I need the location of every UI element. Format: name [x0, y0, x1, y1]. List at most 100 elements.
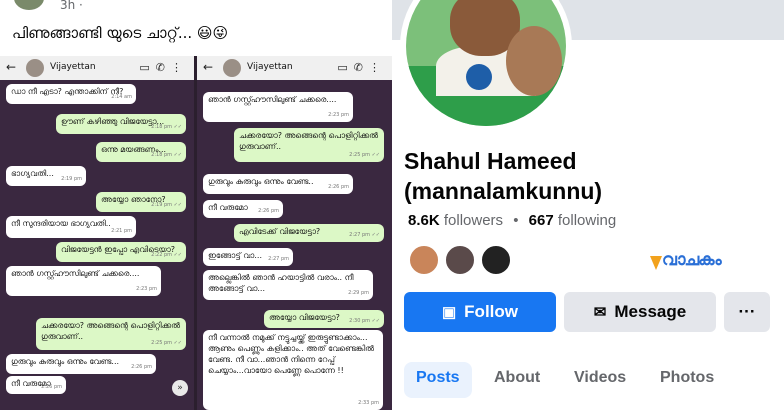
- outgoing-message: ചക്കരയോ? അങ്ങെന്റെ പൊളിറ്റിക്കൽ ഗുരുവാണ്…: [234, 128, 384, 162]
- message-time: 2:23 pm: [136, 286, 157, 292]
- follow-label: Follow: [464, 302, 518, 321]
- message-time: 2:29 pm: [348, 290, 369, 296]
- message-time: 2:27 pm: [268, 256, 289, 262]
- follow-stats: 8.6K followers • 667 following: [408, 212, 616, 229]
- chat-screenshot-left: ← Vijayettan ▭✆⋮ ഡാ നീ എടാ? എന്താക്കിന് …: [0, 56, 194, 410]
- stats-separator: •: [513, 212, 519, 229]
- message-text: നീ വന്നാൽ നമുക്ക് നട്ടുച്ചയ്ക്ക് ഇരുട്ടു…: [208, 333, 375, 375]
- incoming-message: ഗുരുവും കുരുവും ഒന്നും വേണ്ട... 2:26 pm: [6, 354, 156, 374]
- incoming-message: നീ വരുമോ 2:26 pm: [203, 200, 283, 218]
- incoming-message: നീ വന്നാൽ നമുക്ക് നട്ടുച്ചയ്ക്ക് ഇരുട്ടു…: [203, 330, 383, 410]
- message-text: ഞാൻ ഗസ്റ്റ്ഹൗസിലുണ്ട് ചക്കരെ....: [11, 269, 140, 278]
- message-text: ഞാൻ ഗസ്റ്റ്ഹൗസിലുണ്ട് ചക്കരെ....: [208, 95, 337, 104]
- watermark-logo: വാചകം: [650, 250, 754, 276]
- contact-avatar: [26, 59, 44, 77]
- message-time: 2:25 pm ✓✓: [349, 152, 380, 158]
- message-text: ചക്കരയോ? അങ്ങെന്റെ പൊളിറ്റിക്കൽ ഗുരുവാണ്…: [239, 131, 379, 151]
- incoming-message: ഞാൻ ഗസ്റ്റ്ഹൗസിലുണ്ട് ചക്കരെ.... 2:23 pm: [6, 266, 161, 296]
- incoming-message: ഡാ നീ എടാ? എന്താക്കിന് നീ? 2:14 am: [6, 84, 136, 104]
- message-time: 2:26 pm: [131, 364, 152, 370]
- message-text: ഭാഗ്യവതി...: [11, 169, 54, 178]
- message-time: 2:19 pm ✓✓: [151, 202, 182, 208]
- outgoing-message: വിജയേട്ടൻ ഇപ്പോ എവിടെയാ? 2:22 pm ✓✓: [56, 242, 186, 262]
- message-text: അയ്യോ വിജയേട്ടാ?: [269, 313, 340, 322]
- post-caption: പിണുങ്ങാണ്ടി യുടെ ചാറ്റ്... 😃😜: [12, 24, 229, 42]
- contact-name: Vijayettan: [247, 62, 293, 72]
- message-label: Message: [614, 302, 687, 321]
- profile-panel: Shahul Hameed (mannalamkunnu) 8.6K follo…: [392, 0, 784, 410]
- message-time: 2:27 pm ✓✓: [349, 232, 380, 238]
- incoming-message: ഭാഗ്യവതി... 2:19 pm: [6, 166, 86, 186]
- message-time: 2:26 pm: [328, 184, 349, 190]
- message-text: ഊണ് കഴിഞ്ഞു വിജയേട്ടാ...: [61, 117, 165, 126]
- outgoing-message: ഒന്നു മയങ്ങണം... 2:18 pm ✓✓: [96, 142, 186, 162]
- followers-label[interactable]: followers: [444, 212, 503, 229]
- call-icons: ▭✆⋮: [337, 61, 386, 74]
- tab-posts[interactable]: Posts: [404, 362, 472, 398]
- message-time: 2:18 pm ✓✓: [151, 152, 182, 158]
- message-text: ഗുരുവും കുരുവും ഒന്നും വേണ്ട..: [208, 177, 314, 186]
- messenger-icon: ✉: [593, 304, 607, 321]
- outgoing-message: ചക്കരയോ? അങ്ങെന്റെ പൊളിറ്റിക്കൽ ഗുരുവാണ്…: [36, 318, 186, 350]
- outgoing-message: എവിടേക്ക് വിജയേട്ടാ? 2:27 pm ✓✓: [234, 224, 384, 242]
- post-timestamp[interactable]: 3h ·: [60, 0, 83, 12]
- incoming-message: ഗുരുവും കുരുവും ഒന്നും വേണ്ട.. 2:26 pm: [203, 174, 353, 194]
- friend-avatar[interactable]: [408, 244, 440, 276]
- message-text: അല്ലെങ്കിൽ ഞാൻ ഹയാട്ടിൽ വരാം.. നീ അങ്ങോട…: [208, 273, 354, 293]
- scroll-down-icon: »: [172, 380, 188, 396]
- post-header: 3h ·: [0, 0, 392, 14]
- profile-picture-inset: [506, 26, 562, 96]
- follow-button[interactable]: ▣ Follow: [404, 292, 556, 332]
- tab-about[interactable]: About: [482, 362, 552, 398]
- post-author-avatar[interactable]: [14, 0, 44, 10]
- outgoing-message: ഊണ് കഴിഞ്ഞു വിജയേട്ടാ... 2:18 pm ✓✓: [56, 114, 186, 134]
- tab-videos[interactable]: Videos: [562, 362, 638, 398]
- facebook-post: 3h · പിണുങ്ങാണ്ടി യുടെ ചാറ്റ്... 😃😜 ← Vi…: [0, 0, 392, 410]
- message-time: 2:30 pm ✓✓: [349, 318, 380, 324]
- friend-avatar[interactable]: [480, 244, 512, 276]
- friend-avatar[interactable]: [444, 244, 476, 276]
- message-time: 2:26 pm: [41, 384, 62, 390]
- back-arrow-icon: ←: [203, 60, 214, 74]
- tab-photos[interactable]: Photos: [648, 362, 726, 398]
- following-count[interactable]: 667: [529, 212, 554, 229]
- contact-name: Vijayettan: [50, 62, 96, 72]
- more-icon: ···: [738, 302, 756, 321]
- message-text: എവിടേക്ക് വിജയേട്ടാ?: [239, 227, 321, 236]
- profile-tabs: Posts About Videos Photos: [404, 362, 784, 402]
- incoming-message: നീ വരുമോ 2:26 pm: [6, 376, 66, 394]
- chat-header: ← Vijayettan ▭✆⋮: [197, 56, 392, 80]
- message-time: 2:14 am: [111, 94, 132, 100]
- outgoing-message: അയ്യോ ഞാനോ? 2:19 pm ✓✓: [96, 192, 186, 212]
- message-button[interactable]: ✉ Message: [564, 292, 716, 332]
- incoming-message: നീ സുന്ദരിയായ ഭാഗ്യവതി.. 2:21 pm: [6, 216, 136, 238]
- post-image[interactable]: ← Vijayettan ▭✆⋮ ഡാ നീ എടാ? എന്താക്കിന് …: [0, 56, 392, 410]
- incoming-message: അല്ലെങ്കിൽ ഞാൻ ഹയാട്ടിൽ വരാം.. നീ അങ്ങോട…: [203, 270, 373, 300]
- incoming-message: ഞാൻ ഗസ്റ്റ്ഹൗസിലുണ്ട് ചക്കരെ.... 2:23 pm: [203, 92, 353, 122]
- profile-name: Shahul Hameed (mannalamkunnu): [404, 148, 603, 204]
- follow-icon: ▣: [441, 304, 457, 321]
- call-icons: ▭✆⋮: [139, 61, 188, 74]
- message-text: ഇങ്ങോട്ട് വാ...: [208, 251, 262, 260]
- message-time: 2:18 pm ✓✓: [151, 124, 182, 130]
- watermark-mark-icon: [650, 256, 662, 270]
- outgoing-message: അയ്യോ വിജയേട്ടാ? 2:30 pm ✓✓: [264, 310, 384, 328]
- following-label[interactable]: following: [558, 212, 616, 229]
- message-text: നീ സുന്ദരിയായ ഭാഗ്യവതി..: [11, 219, 111, 228]
- followers-count[interactable]: 8.6K: [408, 212, 440, 229]
- incoming-message: ഇങ്ങോട്ട് വാ... 2:27 pm: [203, 248, 293, 266]
- profile-picture[interactable]: [406, 0, 566, 126]
- message-time: 2:19 pm: [61, 176, 82, 182]
- message-time: 2:23 pm: [328, 112, 349, 118]
- message-time: 2:21 pm: [111, 228, 132, 234]
- more-options-button[interactable]: ···: [724, 292, 770, 332]
- message-text: ഗുരുവും കുരുവും ഒന്നും വേണ്ട...: [11, 357, 120, 366]
- chat-header: ← Vijayettan ▭✆⋮: [0, 56, 194, 80]
- back-arrow-icon: ←: [6, 60, 17, 74]
- chat-screenshot-right: ← Vijayettan ▭✆⋮ ഞാൻ ഗസ്റ്റ്ഹൗസിലുണ്ട് ച…: [197, 56, 392, 410]
- party-logo-icon: [466, 64, 492, 90]
- watermark-text: വാചകം: [662, 250, 722, 270]
- message-time: 2:25 pm ✓✓: [151, 340, 182, 346]
- message-time: 2:26 pm: [258, 208, 279, 214]
- message-time: 2:22 pm ✓✓: [151, 252, 182, 258]
